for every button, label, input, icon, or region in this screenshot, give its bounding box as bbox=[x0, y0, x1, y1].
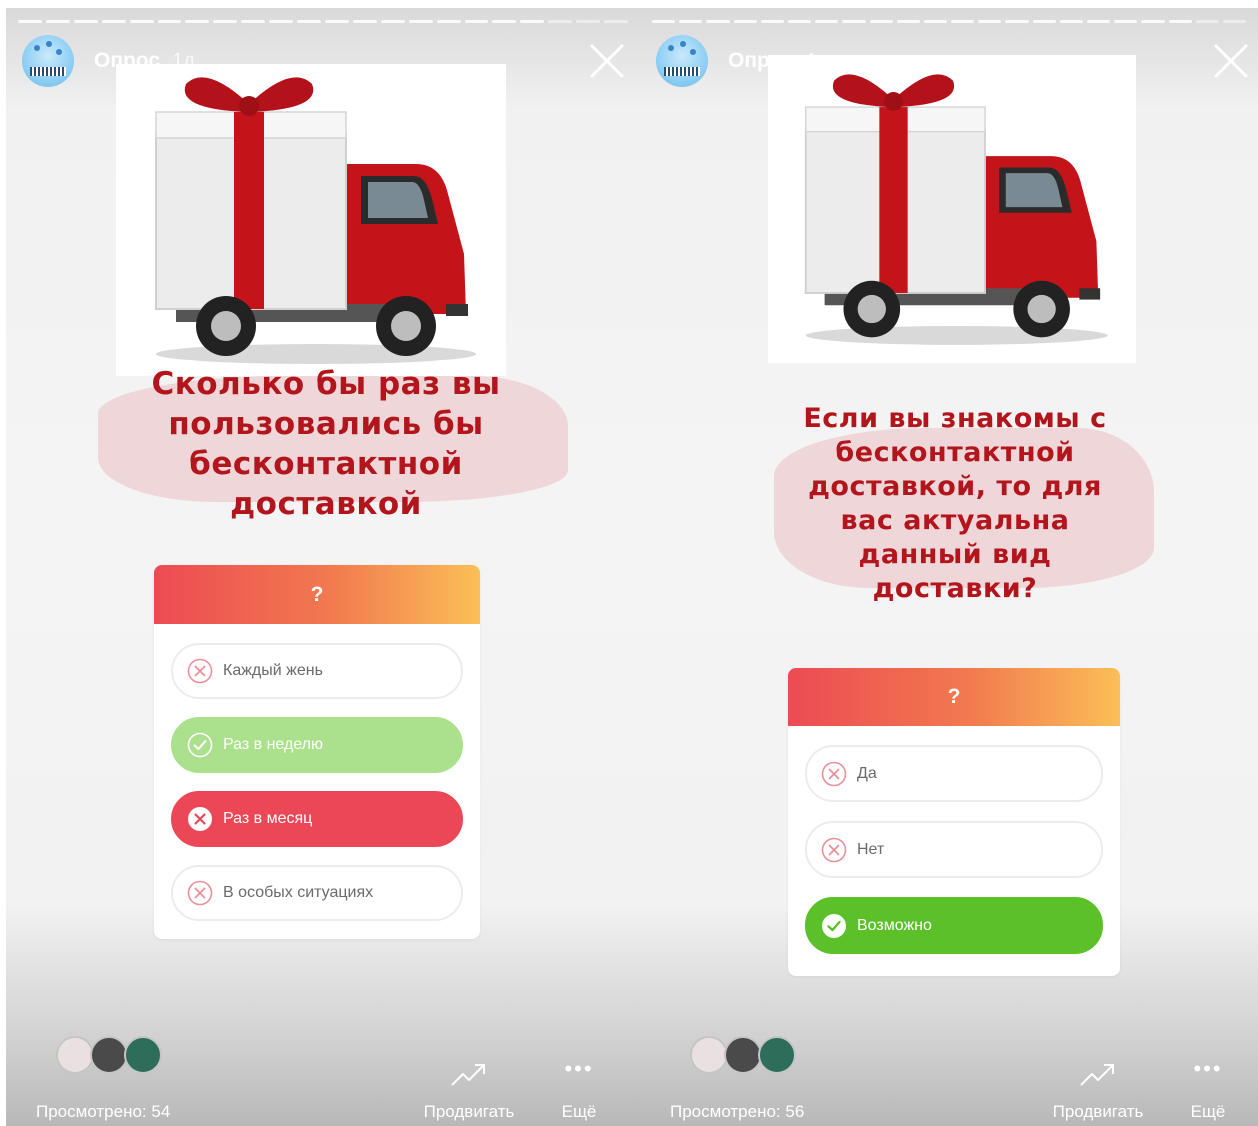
story-panel-1: Опрос 1д. Сколько бы раз вы пользовались… bbox=[6, 8, 640, 1126]
check-circle-icon bbox=[187, 732, 213, 758]
poll-option-label: Каждый жень bbox=[223, 662, 323, 679]
more-label: Ещё bbox=[561, 1102, 597, 1121]
viewer-avatar bbox=[758, 1036, 796, 1074]
poll-option[interactable]: В особых ситуациях bbox=[171, 865, 463, 921]
viewed-count[interactable]: Просмотрено: 56 bbox=[670, 1102, 804, 1122]
viewer-avatar bbox=[124, 1036, 162, 1074]
x-circle-icon bbox=[187, 658, 213, 684]
poll-option[interactable]: Нет bbox=[805, 821, 1103, 878]
question-text: Если вы знакомы с бесконтактной доставко… bbox=[803, 403, 1107, 604]
x-circle-icon bbox=[188, 807, 212, 831]
more-button[interactable]: ••• Ещё bbox=[1183, 1056, 1233, 1122]
close-icon[interactable] bbox=[1214, 44, 1248, 78]
story-panel-2: Опрос 1д. Если вы знакомы с бесконтактно… bbox=[640, 8, 1258, 1126]
poll-option-label: В особых ситуациях bbox=[223, 884, 374, 901]
poll-header: ? bbox=[788, 668, 1120, 726]
more-label: Ещё bbox=[1190, 1102, 1226, 1121]
check-circle-icon bbox=[822, 913, 846, 938]
viewer-avatar bbox=[56, 1036, 94, 1074]
promote-trend-icon bbox=[451, 1064, 485, 1086]
promote-button[interactable]: Продвигать bbox=[414, 1060, 524, 1122]
poll-option[interactable]: Раз в месяц bbox=[171, 791, 463, 847]
story-footer: Просмотрено: 54 Продвигать ••• Ещё bbox=[6, 1036, 640, 1126]
poll-option[interactable]: Каждый жень bbox=[171, 643, 463, 699]
poll-option-label: Да bbox=[857, 764, 877, 782]
close-icon[interactable] bbox=[590, 44, 624, 78]
promote-label: Продвигать bbox=[1052, 1102, 1144, 1121]
poll-option[interactable]: Да bbox=[805, 745, 1103, 802]
poll-option[interactable]: Возможно bbox=[805, 897, 1103, 954]
promote-label: Продвигать bbox=[423, 1102, 515, 1121]
viewer-avatar bbox=[690, 1036, 728, 1074]
viewer-avatars[interactable] bbox=[690, 1036, 810, 1078]
gift-truck-image bbox=[768, 55, 1136, 363]
poll-option-label: Раз в месяц bbox=[223, 810, 313, 827]
quiz-poll: ? Да Нет Возможно bbox=[788, 668, 1120, 976]
more-button[interactable]: ••• Ещё bbox=[554, 1056, 604, 1122]
viewer-avatar bbox=[724, 1036, 762, 1074]
more-dots-icon: ••• bbox=[1193, 1056, 1223, 1081]
story-progress-bar bbox=[18, 20, 628, 23]
poll-option-label: Нет bbox=[857, 840, 885, 858]
poll-option-label: Возможно bbox=[857, 916, 932, 934]
story-footer: Просмотрено: 56 Продвигать ••• Ещё bbox=[640, 1036, 1258, 1126]
poll-option[interactable]: Раз в неделю bbox=[171, 717, 463, 773]
avatar[interactable] bbox=[22, 35, 74, 87]
poll-header: ? bbox=[154, 565, 480, 624]
promote-trend-icon bbox=[1080, 1064, 1114, 1086]
story-progress-bar bbox=[652, 20, 1247, 23]
gift-truck-image bbox=[116, 64, 506, 376]
viewer-avatars[interactable] bbox=[56, 1036, 176, 1078]
viewed-count[interactable]: Просмотрено: 54 bbox=[36, 1102, 170, 1122]
avatar[interactable] bbox=[656, 35, 708, 87]
quiz-poll: ? Каждый жень Раз в неделю Раз в месяц В… bbox=[154, 565, 480, 939]
x-circle-icon bbox=[821, 761, 847, 786]
x-circle-icon bbox=[187, 880, 213, 906]
question-text: Сколько бы раз вы пользовались бы бескон… bbox=[151, 366, 501, 522]
more-dots-icon: ••• bbox=[564, 1056, 594, 1081]
promote-button[interactable]: Продвигать bbox=[1043, 1060, 1153, 1122]
viewer-avatar bbox=[90, 1036, 128, 1074]
x-circle-icon bbox=[821, 837, 847, 862]
poll-option-label: Раз в неделю bbox=[223, 736, 324, 753]
